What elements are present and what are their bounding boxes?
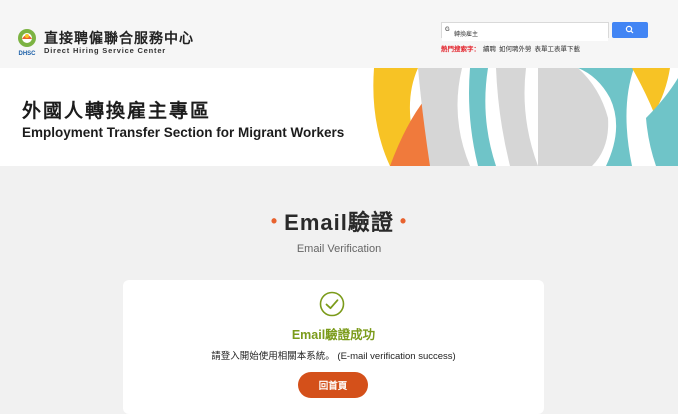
verification-card: Email驗證成功 請登入開始使用相關本系統。 (E-mail verifica… bbox=[123, 280, 544, 414]
page-title-text: Email驗證 bbox=[284, 210, 394, 235]
hot-keyword-link[interactable]: 續聘 bbox=[483, 46, 496, 53]
site-subtitle[interactable]: Direct Hiring Service Center bbox=[44, 46, 166, 55]
check-circle-icon bbox=[319, 291, 345, 317]
google-mark: G bbox=[445, 27, 450, 33]
banner-decoration bbox=[370, 68, 678, 166]
hot-keyword-link[interactable]: 如何聘外勞 bbox=[499, 46, 532, 53]
banner-title: 外國人轉換雇主專區 bbox=[22, 101, 212, 122]
page-title: • Email驗證 • bbox=[0, 205, 678, 237]
hot-keywords: 熱門搜索字： 續聘 如何聘外勞 表單工表單下載 bbox=[441, 43, 580, 53]
site-header: DHSC 直接聘僱聯合服務中心 Direct Hiring Service Ce… bbox=[0, 0, 678, 68]
search-button[interactable] bbox=[612, 22, 648, 38]
hot-keywords-label: 熱門搜索字： bbox=[441, 46, 480, 53]
success-title: Email驗證成功 bbox=[291, 328, 376, 342]
search-input[interactable] bbox=[442, 26, 608, 41]
title-dot-left: • bbox=[270, 211, 279, 231]
section-banner: 外國人轉換雇主專區 Employment Transfer Section fo… bbox=[0, 68, 678, 166]
site-title[interactable]: 直接聘僱聯合服務中心 bbox=[44, 28, 194, 48]
dhsc-logo-icon[interactable]: DHSC bbox=[14, 27, 40, 57]
search-box: G bbox=[441, 22, 609, 41]
svg-text:DHSC: DHSC bbox=[18, 51, 36, 57]
hot-keyword-link[interactable]: 表單工表單下載 bbox=[535, 46, 581, 53]
banner-subtitle: Employment Transfer Section for Migrant … bbox=[22, 125, 345, 140]
title-dot-right: • bbox=[399, 211, 408, 231]
success-message: 請登入開始使用相關本系統。 (E-mail verification succe… bbox=[211, 351, 456, 362]
search-icon bbox=[625, 25, 634, 34]
home-button[interactable]: 回首頁 bbox=[298, 372, 368, 398]
page-subtitle: Email Verification bbox=[296, 243, 382, 255]
